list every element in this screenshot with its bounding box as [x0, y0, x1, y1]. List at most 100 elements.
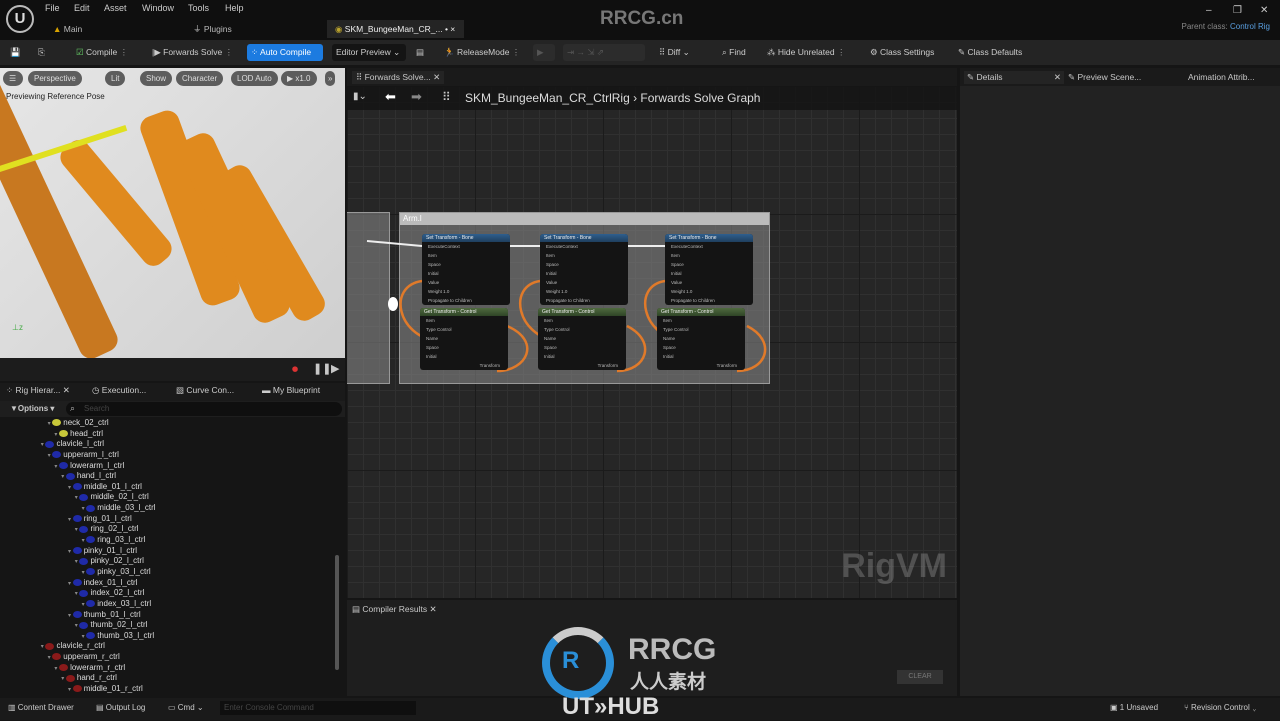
tree-item[interactable]: ▾ upperarm_r_ctrl — [4, 652, 334, 663]
tree-item[interactable]: ▾ clavicle_r_ctrl — [4, 641, 334, 652]
tab-execution-stack[interactable]: ◷ Execution... — [92, 385, 146, 396]
tree-item[interactable]: ▾ pinky_02_l_ctrl — [4, 556, 334, 567]
node-pin[interactable]: Initial — [665, 269, 753, 278]
hide-unrelated-button[interactable]: ⁂ Hide Unrelated ⋮ — [763, 44, 849, 61]
tree-item[interactable]: ▾ thumb_02_l_ctrl — [4, 620, 334, 631]
node-pin[interactable]: Initial — [420, 352, 508, 361]
close-icon[interactable]: • × — [445, 24, 455, 34]
node-pin[interactable]: Type Control — [420, 325, 508, 334]
expand-arrow-icon[interactable]: ▾ — [68, 485, 73, 491]
tree-item[interactable]: ▾ index_03_l_ctrl — [4, 599, 334, 610]
node-pin[interactable]: ExecuteContext — [665, 242, 753, 251]
node-pin[interactable]: Item — [540, 251, 628, 260]
node-pin[interactable]: Item — [420, 316, 508, 325]
tab-compiler-results[interactable]: ▤ Compiler Results ✕ — [352, 604, 437, 615]
node-pin[interactable]: Space — [422, 260, 510, 269]
node-pin[interactable]: Propagate to Children — [540, 296, 628, 305]
tree-item[interactable]: ▾ middle_02_l_ctrl — [4, 492, 334, 503]
node-pin[interactable]: Propagate to Children — [422, 296, 510, 305]
graph-canvas[interactable]: ▮⌄ ⬅ ➡ ⠿ SKM_BungeeMan_CR_CtrlRig › Forw… — [347, 86, 957, 598]
node-pin[interactable]: Weight 1.0 — [422, 287, 510, 296]
menu-file[interactable]: File — [45, 3, 60, 13]
node-pin[interactable]: Item — [538, 316, 626, 325]
clear-button[interactable]: CLEAR — [897, 670, 943, 684]
get-transform-control-node[interactable]: Get Transform - Control Item Type Control N… — [538, 308, 626, 370]
set-transform-bone-node[interactable]: Set Transform - Bone ExecuteContext Item Sp… — [665, 234, 753, 305]
tree-item[interactable]: ▾ ring_02_l_ctrl — [4, 524, 334, 535]
viewport[interactable]: ☰ Perspective Lit Show Character LOD Aut… — [0, 68, 345, 358]
reroute-node[interactable] — [388, 297, 398, 311]
class-settings-button[interactable]: ⚙ Class Settings — [866, 44, 938, 61]
tab-main[interactable]: ▲ Main — [45, 20, 185, 38]
node-pin[interactable]: Initial — [540, 269, 628, 278]
menu-window[interactable]: Window — [142, 3, 174, 13]
node-pin[interactable]: Item — [665, 251, 753, 260]
content-drawer-button[interactable]: ▥ Content Drawer — [8, 703, 74, 712]
revision-control-button[interactable]: ⑂ Revision Control ⌄ — [1184, 703, 1257, 712]
play-forward-button[interactable]: ▶ — [331, 362, 339, 375]
perspective-button[interactable]: Perspective — [28, 71, 82, 86]
node-pin[interactable]: ExecuteContext — [540, 242, 628, 251]
editor-preview-dropdown[interactable]: Editor Preview ⌄ — [332, 44, 406, 61]
tree-item[interactable]: ▾ index_02_l_ctrl — [4, 588, 334, 599]
tree-item[interactable]: ▾ hand_l_ctrl — [4, 471, 334, 482]
search-input[interactable]: Search — [66, 402, 342, 416]
node-pin[interactable]: Name — [538, 334, 626, 343]
class-defaults-button[interactable]: ✎ Class Defaults — [954, 44, 1026, 61]
unsaved-button[interactable]: ▣ 1 Unsaved — [1110, 703, 1158, 712]
node-pin[interactable]: Space — [420, 343, 508, 352]
tree-item[interactable]: ▾ ring_03_l_ctrl — [4, 535, 334, 546]
tree-item[interactable]: ▾ thumb_03_l_ctrl — [4, 631, 334, 642]
node-pin[interactable]: Type Control — [657, 325, 745, 334]
save-icon[interactable]: 💾 — [6, 44, 25, 61]
close-window-button[interactable]: ✕ — [1260, 5, 1268, 16]
get-transform-control-node[interactable]: Get Transform - Control Item Type Control N… — [657, 308, 745, 370]
menu-edit[interactable]: Edit — [74, 3, 90, 13]
node-pin[interactable]: Propagate to Children — [665, 296, 753, 305]
tree-item[interactable]: ▾ ring_01_l_ctrl — [4, 514, 334, 525]
tree-item[interactable]: ▾ clavicle_l_ctrl — [4, 439, 334, 450]
parent-class-link[interactable]: Control Rig — [1230, 22, 1270, 31]
node-pin[interactable]: Value — [422, 278, 510, 287]
record-button[interactable]: ⏺ — [292, 362, 298, 377]
release-mode-button[interactable]: 🏃 ReleaseMode ⋮ — [440, 44, 524, 61]
expand-arrow-icon[interactable]: ▾ — [68, 581, 73, 587]
node-pin[interactable]: Space — [665, 260, 753, 269]
node-pin[interactable]: ExecuteContext — [422, 242, 510, 251]
tree-item[interactable]: ▾ head_ctrl — [4, 429, 334, 440]
node-pin[interactable]: Initial — [538, 352, 626, 361]
maximize-button[interactable]: ❐ — [1233, 5, 1242, 16]
node-pin[interactable]: Type Control — [538, 325, 626, 334]
forwards-solve-button[interactable]: |▶ Forwards Solve ⋮ — [148, 44, 237, 61]
menu-tools[interactable]: Tools — [188, 3, 209, 13]
node-pin[interactable]: Initial — [657, 352, 745, 361]
tree-item[interactable]: ▾ lowerarm_r_ctrl — [4, 663, 334, 674]
tab-preview-scene[interactable]: ✎ Preview Scene... — [1068, 72, 1141, 83]
node-pin[interactable]: Initial — [422, 269, 510, 278]
find-button[interactable]: ⌕ Find — [718, 44, 750, 61]
compile-button[interactable]: ☑ Compile ⋮ — [72, 44, 132, 61]
tab-details[interactable]: ✎ Details ✕ — [964, 71, 1064, 84]
tab-curve-container[interactable]: ▧ Curve Con... — [176, 385, 234, 396]
node-pin[interactable]: Transform — [420, 361, 508, 370]
auto-compile-button[interactable]: ⁘ Auto Compile — [247, 44, 323, 61]
browse-icon[interactable]: ⎘ — [34, 44, 49, 61]
tree-item[interactable]: ▾ pinky_03_l_ctrl — [4, 567, 334, 578]
console-input[interactable]: Enter Console Command — [220, 701, 416, 715]
set-transform-bone-node[interactable]: Set Transform - Bone ExecuteContext Item Sp… — [422, 234, 510, 305]
get-transform-control-node[interactable]: Get Transform - Control Item Type Control N… — [420, 308, 508, 370]
set-transform-bone-node[interactable]: Set Transform - Bone ExecuteContext Item Sp… — [540, 234, 628, 305]
tab-control-rig[interactable]: ◉ SKM_BungeeMan_CR_... • × — [327, 20, 464, 38]
expand-arrow-icon[interactable]: ▾ — [68, 517, 73, 523]
tab-forwards-solve[interactable]: ⠿ Forwards Solve... ✕ — [352, 71, 445, 84]
step-controls[interactable]: ⇥ → ⇲ ⇗ — [563, 44, 645, 61]
options-dropdown[interactable]: ▼Options ▾ — [10, 404, 54, 413]
tree-item[interactable]: ▾ neck_02_ctrl — [4, 418, 334, 429]
node-pin[interactable]: Transform — [657, 361, 745, 370]
scrollbar[interactable] — [335, 555, 339, 670]
menu-asset[interactable]: Asset — [104, 3, 127, 13]
minimize-button[interactable]: – — [1206, 5, 1212, 16]
folder-icon[interactable]: ▤ — [412, 44, 428, 61]
tree-item[interactable]: ▾ hand_r_ctrl — [4, 673, 334, 684]
expand-arrow-icon[interactable]: ▾ — [68, 549, 73, 555]
